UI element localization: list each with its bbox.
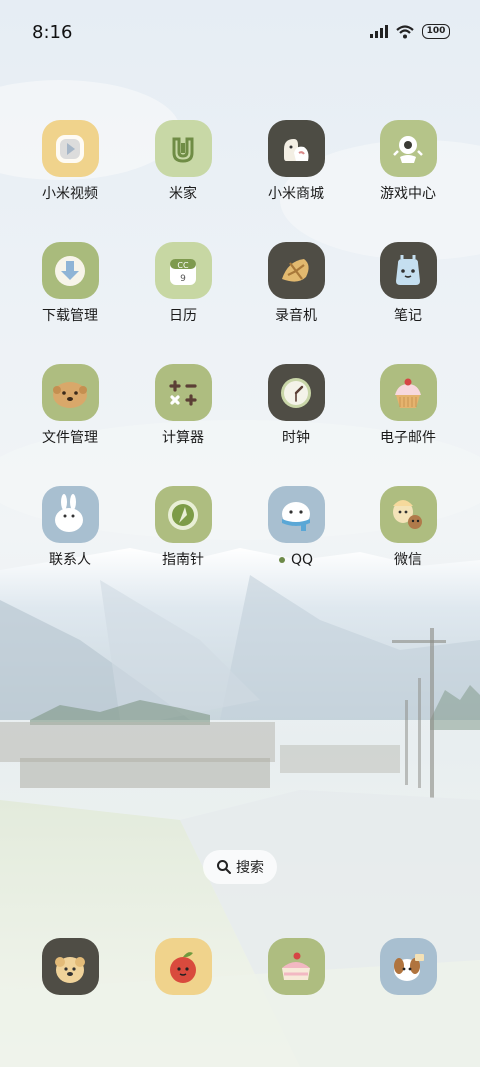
wechat-icon[interactable] [379,486,437,543]
notification-dot [278,557,285,563]
app-qq[interactable]: QQ [246,486,346,569]
download-manager-icon[interactable] [41,242,99,299]
app-label: 游戏中心 [380,186,436,202]
email-icon[interactable] [379,364,437,421]
notes-icon[interactable] [379,242,437,299]
mijia-icon[interactable] [154,120,212,177]
app-notes[interactable]: 笔记 [358,242,458,325]
svg-text:9: 9 [180,274,186,284]
mi-video-icon[interactable] [41,120,99,177]
app-compass[interactable]: 指南针 [133,486,233,569]
app-label: 小米商城 [268,186,324,202]
phone-icon[interactable] [41,938,99,995]
messages-icon[interactable] [154,938,212,995]
calendar-icon[interactable]: CC 9 [154,242,212,299]
app-label: 指南针 [162,552,204,568]
app-label: 电子邮件 [380,430,436,446]
camera-icon[interactable] [379,938,437,995]
app-mi-store[interactable]: 小米商城 [246,120,346,203]
app-clock[interactable]: 时钟 [246,364,346,447]
search-label: 搜索 [236,860,264,876]
dock-messages[interactable] [133,938,233,995]
app-label: 小米视频 [42,186,98,202]
status-icons: 100 [370,24,450,39]
game-center-icon[interactable] [379,120,437,177]
app-recorder[interactable]: 录音机 [246,242,346,325]
app-email[interactable]: 电子邮件 [358,364,458,447]
app-label: 笔记 [394,308,422,324]
dock-phone[interactable] [20,938,120,995]
app-label: 米家 [169,186,197,202]
compass-icon[interactable] [154,486,212,543]
signal-icon [370,25,388,38]
app-label: 下载管理 [42,308,98,324]
app-download-manager[interactable]: 下载管理 [20,242,120,325]
app-label: QQ [246,551,346,569]
app-calculator[interactable]: 计算器 [133,364,233,447]
app-label: 计算器 [162,430,204,446]
search-button[interactable]: 搜索 [203,850,277,884]
status-time: 8:16 [32,22,73,43]
app-label: 录音机 [275,308,317,324]
browser-icon[interactable] [267,938,325,995]
clock-icon[interactable] [267,364,325,421]
app-contacts[interactable]: 联系人 [20,486,120,569]
app-file-manager[interactable]: 文件管理 [20,364,120,447]
calculator-icon[interactable] [154,364,212,421]
svg-text:CC: CC [177,261,189,270]
app-label: 日历 [169,308,197,324]
app-wechat[interactable]: 微信 [358,486,458,569]
contacts-icon[interactable] [41,486,99,543]
app-game-center[interactable]: 游戏中心 [358,120,458,203]
qq-icon[interactable] [267,486,325,543]
app-mijia[interactable]: 米家 [133,120,233,203]
file-manager-icon[interactable] [41,364,99,421]
dock-camera[interactable] [358,938,458,995]
app-label: 时钟 [282,430,310,446]
app-calendar[interactable]: CC 9 日历 [133,242,233,325]
dock-browser[interactable] [246,938,346,995]
app-label: 微信 [394,552,422,568]
app-label: 联系人 [49,552,91,568]
mi-store-icon[interactable] [267,120,325,177]
status-bar: 8:16 100 [0,0,480,68]
recorder-icon[interactable] [267,242,325,299]
wifi-icon [396,24,414,38]
app-label: 文件管理 [42,430,98,446]
battery-icon: 100 [422,24,450,39]
search-icon [217,860,231,874]
app-mi-video[interactable]: 小米视频 [20,120,120,203]
